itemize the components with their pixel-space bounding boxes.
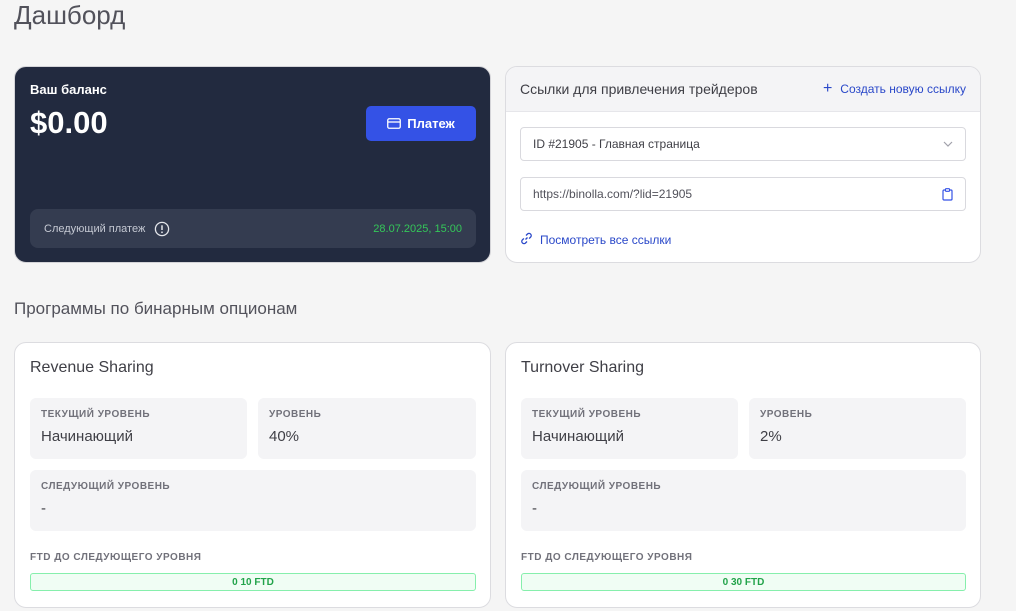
next-level-tile: СЛЕДУЮЩИЙ УРОВЕНЬ - (521, 470, 966, 531)
current-level-label: ТЕКУЩИЙ УРОВЕНЬ (532, 409, 642, 420)
ftd-label: FTD ДО СЛЕДУЮЩЕГО УРОВНЯ (30, 552, 202, 563)
balance-label: Ваш баланс (30, 82, 107, 97)
level-value: 2% (760, 428, 782, 445)
referral-links-card: Ссылки для привлечения трейдеров + Созда… (505, 66, 981, 263)
link-url-field (520, 177, 966, 211)
level-value: 40% (269, 428, 300, 445)
link-select[interactable]: ID #21905 - Главная страница (520, 127, 966, 161)
create-link-label: Создать новую ссылку (840, 82, 966, 96)
referral-links-title: Ссылки для привлечения трейдеров (520, 81, 758, 97)
level-label: УРОВЕНЬ (760, 409, 813, 420)
link-icon (520, 232, 533, 248)
level-label: УРОВЕНЬ (269, 409, 322, 420)
link-select-value: ID #21905 - Главная страница (533, 137, 700, 151)
card-icon (387, 118, 402, 129)
level-tile: УРОВЕНЬ 2% (749, 398, 966, 459)
view-all-links-label: Посмотреть все ссылки (540, 233, 672, 247)
payment-button[interactable]: Платеж (366, 106, 476, 141)
next-level-tile: СЛЕДУЮЩИЙ УРОВЕНЬ - (30, 470, 476, 531)
view-all-links[interactable]: Посмотреть все ссылки (520, 232, 671, 248)
next-level-value: - (41, 500, 46, 517)
balance-card: Ваш баланс $0.00 Платеж Следующий платеж… (14, 66, 491, 263)
next-level-label: СЛЕДУЮЩИЙ УРОВЕНЬ (532, 481, 662, 492)
programs-section-title: Программы по бинарным опционам (14, 299, 298, 318)
current-level-value: Начинающий (41, 428, 134, 445)
referral-links-header: Ссылки для привлечения трейдеров + Созда… (506, 67, 980, 112)
next-level-label: СЛЕДУЮЩИЙ УРОВЕНЬ (41, 481, 171, 492)
ftd-progress-bar: 0 30 FTD (521, 573, 966, 591)
create-link-button[interactable]: + Создать новую ссылку (822, 80, 966, 97)
next-payment-label: Следующий платеж (44, 222, 146, 235)
ftd-label: FTD ДО СЛЕДУЮЩЕГО УРОВНЯ (521, 552, 693, 563)
current-level-value: Начинающий (532, 428, 625, 445)
ftd-progress-text: 0 10 FTD (232, 576, 274, 588)
program-title: Turnover Sharing (521, 359, 645, 376)
next-level-value: - (532, 500, 537, 517)
program-card-revenue-sharing: Revenue Sharing ТЕКУЩИЙ УРОВЕНЬ Начинающ… (14, 342, 491, 608)
program-card-turnover-sharing: Turnover Sharing ТЕКУЩИЙ УРОВЕНЬ Начинаю… (505, 342, 981, 608)
ftd-progress-text: 0 30 FTD (722, 576, 765, 588)
next-payment-bar: Следующий платеж 28.07.2025, 15:00 (30, 209, 476, 248)
current-level-tile: ТЕКУЩИЙ УРОВЕНЬ Начинающий (521, 398, 738, 459)
chevron-down-icon (943, 141, 953, 147)
next-payment-date: 28.07.2025, 15:00 (373, 222, 462, 235)
page-title: Дашборд (14, 0, 126, 30)
payment-button-label: Платеж (407, 116, 455, 131)
balance-value: $0.00 (30, 105, 108, 140)
info-icon[interactable] (154, 221, 170, 237)
link-url-input[interactable] (533, 187, 913, 201)
current-level-label: ТЕКУЩИЙ УРОВЕНЬ (41, 409, 151, 420)
current-level-tile: ТЕКУЩИЙ УРОВЕНЬ Начинающий (30, 398, 247, 459)
plus-icon: + (822, 80, 833, 97)
program-title: Revenue Sharing (30, 359, 154, 376)
copy-icon[interactable] (942, 187, 953, 201)
level-tile: УРОВЕНЬ 40% (258, 398, 476, 459)
ftd-progress-bar: 0 10 FTD (30, 573, 476, 591)
